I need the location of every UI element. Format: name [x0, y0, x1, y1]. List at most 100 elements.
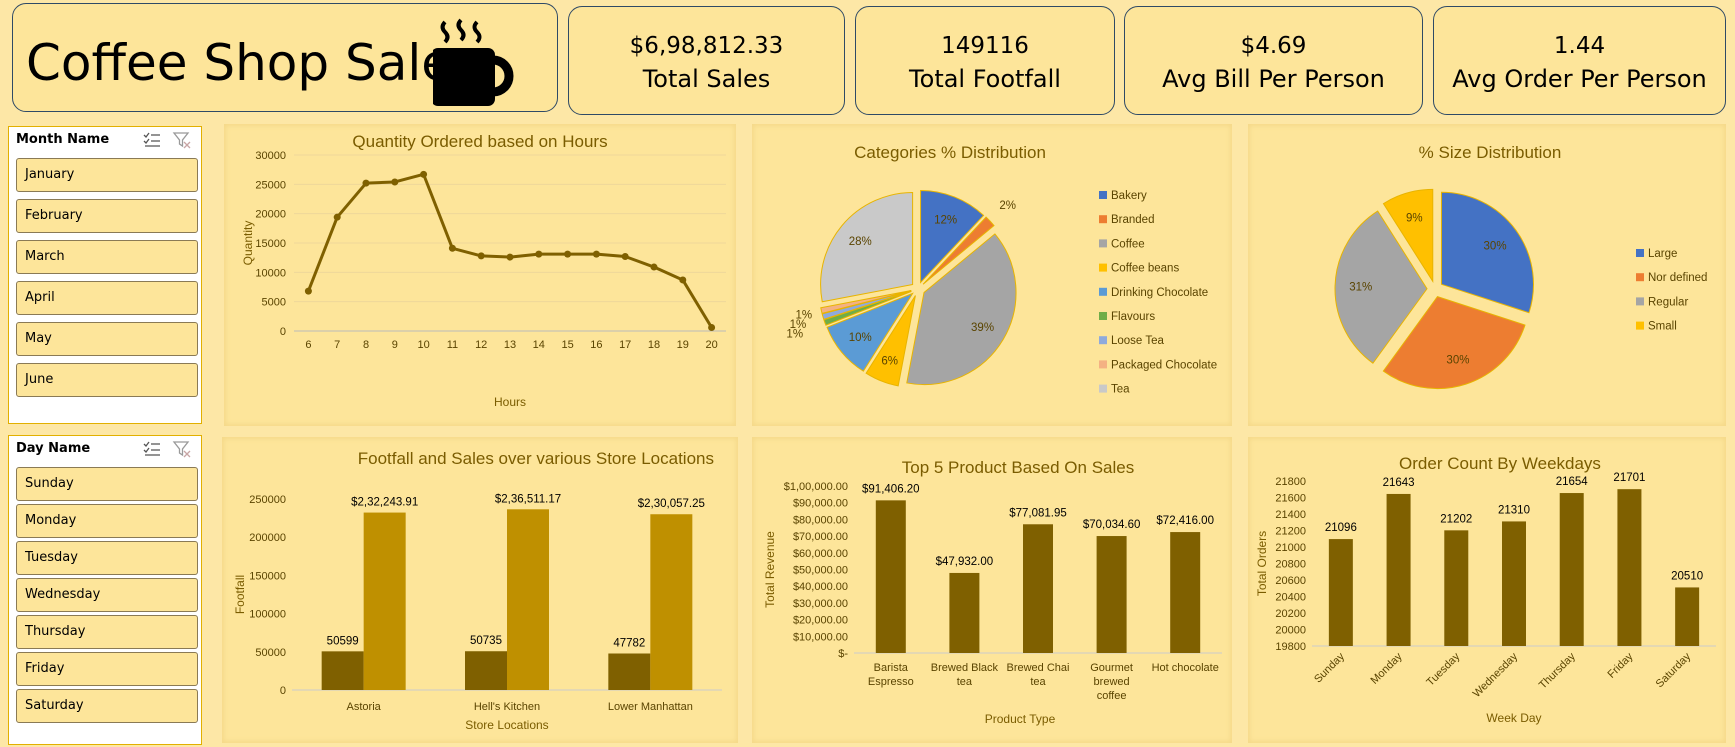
x-tick-label: 17 — [619, 339, 631, 351]
y-tick-label: 150000 — [249, 570, 286, 582]
data-label: 21654 — [1556, 476, 1589, 488]
data-point — [506, 253, 514, 261]
y-tick-label: 20800 — [1275, 559, 1306, 571]
x-tick-label: Brewed Black — [931, 662, 999, 674]
legend-swatch — [1099, 312, 1107, 320]
y-tick-label: 100000 — [249, 609, 286, 621]
slicer-item-thursday[interactable]: Thursday — [16, 615, 198, 649]
legend-entry: Bakery — [1111, 190, 1147, 202]
slicer-item-march[interactable]: March — [16, 240, 198, 274]
slicer-title: Month Name — [16, 132, 110, 147]
y-tick-label: 20200 — [1275, 608, 1306, 620]
y-tick-label: $20,000.00 — [793, 615, 848, 627]
kpi-value: $4.69 — [1240, 33, 1307, 59]
data-point — [708, 323, 716, 331]
slicer-item-tuesday[interactable]: Tuesday — [16, 541, 198, 575]
data-label: $72,416.00 — [1156, 515, 1214, 527]
kpi-label: Total Footfall — [909, 65, 1061, 93]
y-tick-label: $40,000.00 — [793, 581, 848, 593]
y-tick-label: $80,000.00 — [793, 514, 848, 526]
legend-swatch — [1099, 287, 1107, 296]
kpi-label: Avg Order Per Person — [1452, 65, 1707, 93]
kpi-total-footfall: 149116 Total Footfall — [855, 6, 1115, 115]
data-point — [448, 244, 456, 252]
y-tick-label: 21800 — [1275, 476, 1306, 488]
x-tick-label: 19 — [677, 339, 689, 351]
x-tick-label: Wednesday — [1471, 650, 1521, 700]
clear-filter-icon[interactable] — [172, 440, 192, 458]
slicer-item-wednesday[interactable]: Wednesday — [16, 578, 198, 612]
x-axis-title: Store Locations — [465, 718, 548, 732]
bar — [1502, 521, 1526, 646]
multi-select-icon[interactable] — [142, 440, 162, 458]
y-tick-label: 20000 — [1275, 625, 1306, 637]
data-label: 21310 — [1498, 504, 1530, 516]
y-tick-label: 15000 — [255, 238, 286, 250]
data-label: 21643 — [1383, 477, 1415, 489]
data-label: $2,30,057.25 — [638, 498, 705, 510]
top5-chart-panel: Top 5 Product Based On Sales $- $10,000.00… — [752, 437, 1232, 743]
slicer-item-sunday[interactable]: Sunday — [16, 467, 198, 501]
bar — [1386, 493, 1411, 646]
bar — [321, 651, 364, 690]
x-tick-label: Friday — [1605, 650, 1635, 680]
slicer-title: Day Name — [16, 441, 91, 456]
x-tick-label: 20 — [705, 339, 717, 351]
y-tick-label: 0 — [280, 685, 286, 697]
legend-entry: Large — [1648, 248, 1677, 260]
slicer-item-april[interactable]: April — [16, 281, 198, 315]
bar — [1096, 536, 1127, 653]
multi-select-icon[interactable] — [142, 131, 162, 149]
stores-chart-panel: Footfall and Sales over various Store Lo… — [222, 437, 738, 743]
bar — [1444, 530, 1469, 646]
slicer-item-february[interactable]: February — [16, 199, 198, 233]
data-label: $47,932.00 — [936, 556, 994, 568]
top5-bar-chart: Top 5 Product Based On Sales $- $10,000.00… — [763, 458, 1222, 726]
slicer-item-friday[interactable]: Friday — [16, 652, 198, 686]
kpi-label: Total Sales — [642, 65, 771, 93]
x-tick-label: 18 — [648, 339, 660, 351]
x-tick-label: 10 — [417, 339, 429, 351]
y-tick-label: $- — [838, 648, 848, 660]
x-tick-label: 8 — [363, 339, 369, 351]
legend-swatch — [1636, 273, 1644, 282]
dashboard-title-card: Coffee Shop Sales — [12, 3, 558, 112]
bar — [1675, 587, 1700, 646]
data-label: 9% — [1406, 213, 1423, 225]
data-label: $2,36,511.17 — [495, 493, 561, 505]
y-tick-label: 30000 — [255, 150, 286, 162]
x-tick-label: Espresso — [868, 676, 914, 688]
clear-filter-icon[interactable] — [172, 131, 192, 149]
slicer-item-january[interactable]: January — [16, 158, 198, 192]
kpi-avg-order: 1.44 Avg Order Per Person — [1433, 6, 1726, 115]
legend-swatch — [1636, 249, 1644, 257]
legend-swatch — [1099, 191, 1107, 199]
legend-entry: Nor defined — [1648, 272, 1707, 284]
slicer-item-june[interactable]: June — [16, 363, 198, 397]
chart-title: % Size Distribution — [1419, 143, 1562, 162]
bar — [1023, 524, 1053, 653]
day-slicer: Day Name Sunday Monday Tuesday Wednesday… — [8, 435, 202, 745]
legend-swatch — [1636, 321, 1644, 330]
kpi-value: $6,98,812.33 — [629, 33, 784, 59]
coffee-mug-icon — [433, 18, 514, 106]
x-tick-label: 6 — [305, 339, 311, 351]
slicer-item-may[interactable]: May — [16, 322, 198, 356]
x-tick-label: tea — [957, 676, 973, 688]
legend-swatch — [1099, 215, 1107, 224]
hours-chart-panel: Quantity Ordered based on Hours 0 5000 1000… — [224, 124, 736, 426]
data-point — [679, 276, 687, 284]
slicer-item-monday[interactable]: Monday — [16, 504, 198, 538]
categories-chart-panel: Categories % Distribution 12% 2% 39% 6% 10% 1%… — [752, 124, 1232, 426]
slicer-item-saturday[interactable]: Saturday — [16, 689, 198, 723]
y-tick-label: 20400 — [1275, 592, 1306, 604]
x-tick-label: brewed — [1094, 676, 1130, 688]
bar — [1617, 489, 1642, 646]
y-tick-label: 10000 — [255, 267, 286, 279]
data-point — [391, 178, 399, 186]
series-line — [307, 172, 713, 329]
y-tick-label: 20000 — [255, 209, 286, 221]
legend-entry: Coffee beans — [1111, 263, 1179, 275]
x-axis-title: Week Day — [1486, 711, 1541, 725]
y-tick-label: $50,000.00 — [793, 565, 848, 577]
